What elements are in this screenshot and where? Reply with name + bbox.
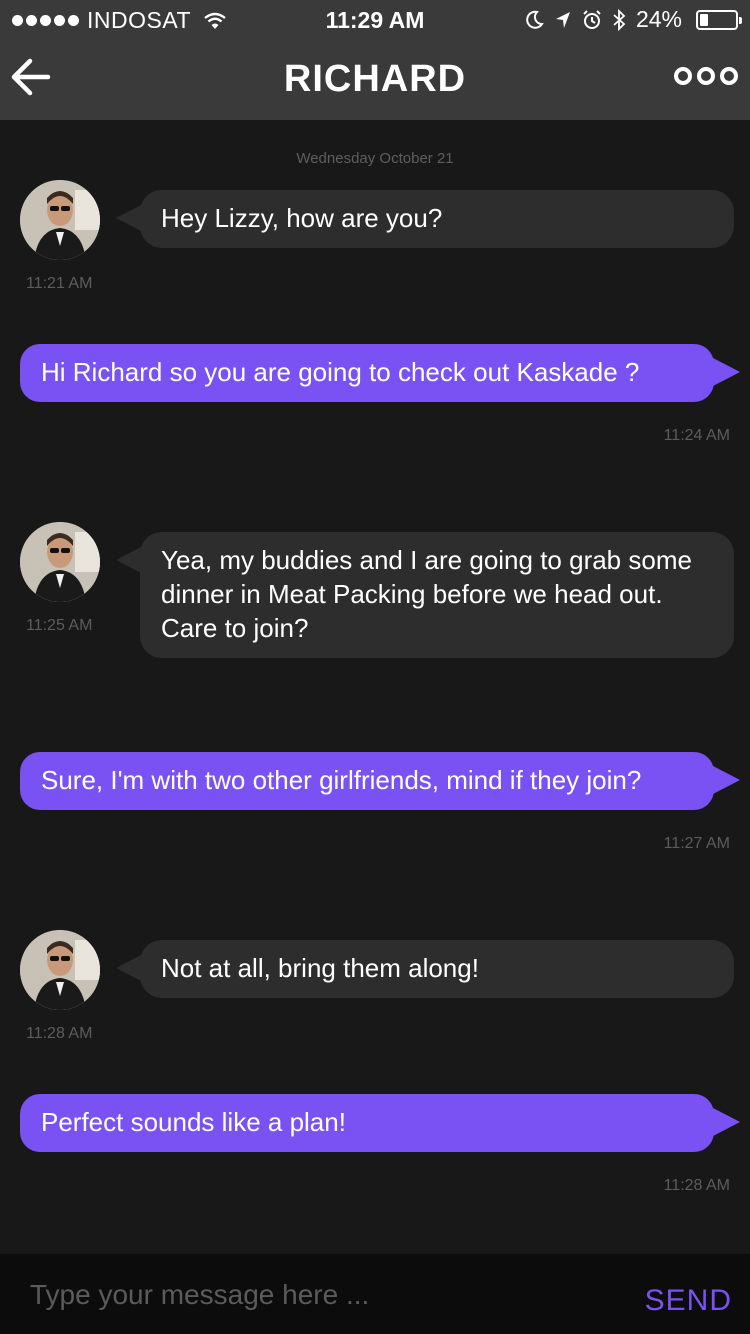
- message-timestamp: 11:25 AM: [26, 617, 93, 634]
- send-button[interactable]: SEND: [645, 1284, 732, 1318]
- avatar-photo: [20, 180, 100, 260]
- avatar[interactable]: [20, 930, 100, 1010]
- battery-fill: [700, 13, 708, 26]
- message-composer: SEND: [0, 1254, 750, 1334]
- message-timestamp: 11:28 AM: [663, 1177, 730, 1194]
- message-bubble-outgoing[interactable]: Sure, I'm with two other girlfriends, mi…: [20, 752, 740, 810]
- message-input[interactable]: [30, 1270, 590, 1320]
- message-timestamp: 11:24 AM: [663, 427, 730, 444]
- header: INDOSAT 11:29 AM 24% RICHARD: [0, 0, 750, 120]
- location-arrow-icon: [555, 11, 570, 28]
- bluetooth-icon: [613, 8, 626, 31]
- message-bubble-incoming[interactable]: Yea, my buddies and I are going to grab …: [116, 532, 734, 658]
- message-timestamp: 11:27 AM: [663, 835, 730, 852]
- avatar-photo: [20, 522, 100, 602]
- message-timestamp: 11:21 AM: [26, 275, 93, 292]
- message-bubble-incoming[interactable]: Not at all, bring them along!: [116, 940, 734, 998]
- message-bubble-outgoing[interactable]: Perfect sounds like a plan!: [20, 1094, 740, 1152]
- battery-icon: [696, 9, 742, 30]
- alarm-icon: [583, 9, 601, 29]
- battery-percent: 24%: [635, 6, 682, 32]
- message-timestamp: 11:28 AM: [26, 1025, 93, 1042]
- page-title: RICHARD: [283, 58, 467, 100]
- message-bubble-incoming[interactable]: Hey Lizzy, how are you?: [116, 190, 734, 248]
- moon-icon: [526, 10, 544, 29]
- status-bar: INDOSAT 11:29 AM 24%: [0, 0, 750, 40]
- date-divider: Wednesday October 21: [296, 150, 454, 167]
- avatar-photo: [20, 930, 100, 1010]
- message-bubble-outgoing[interactable]: Hi Richard so you are going to check out…: [20, 344, 740, 402]
- more-dots-icon[interactable]: [674, 67, 738, 85]
- battery-nub: [739, 16, 742, 24]
- avatar[interactable]: [20, 522, 100, 602]
- status-right: 24%: [524, 6, 742, 33]
- avatar[interactable]: [20, 180, 100, 260]
